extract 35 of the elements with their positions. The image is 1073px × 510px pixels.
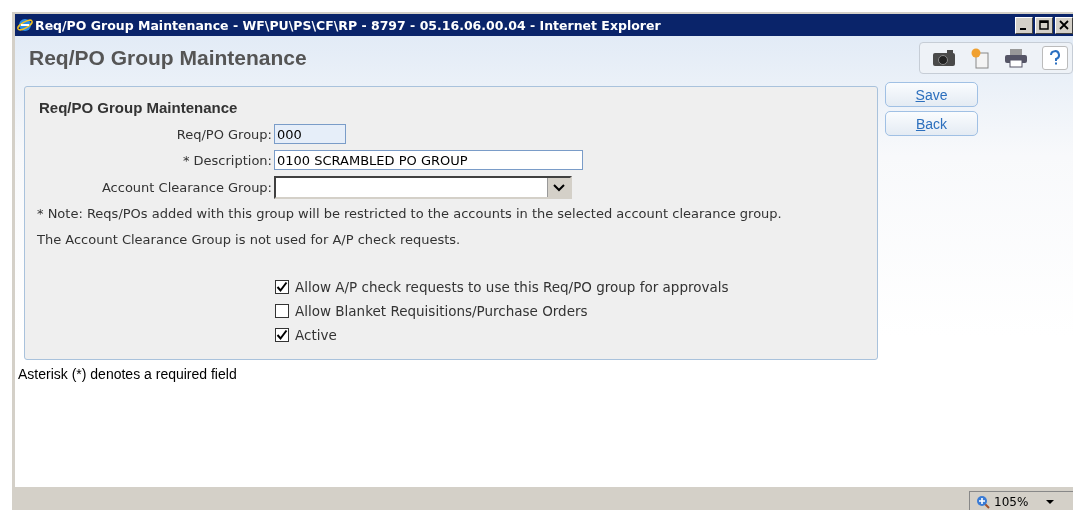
field-label: * Description: bbox=[181, 152, 273, 168]
window-title: Req/PO Group Maintenance - WF\PU\PS\CF\RP - 8797 - 05.16.06.00.04 - Internet Explorer bbox=[35, 17, 662, 33]
help-icon bbox=[1049, 50, 1061, 66]
field-label: Account Clearance Group: bbox=[100, 180, 273, 195]
form-heading: Req/PO Group Maintenance bbox=[39, 99, 239, 116]
page-title: Req/PO Group Maintenance bbox=[29, 46, 307, 70]
required-field-note: Asterisk (*) denotes a required field bbox=[17, 365, 238, 382]
close-button[interactable] bbox=[1055, 16, 1073, 34]
note-text: * Note: Reqs/POs added with this group will be restricted to the accounts in the selected account clearance group. bbox=[37, 205, 783, 223]
checkbox-label: Allow Blanket Requisitions/Purchase Orders bbox=[295, 303, 588, 319]
checkbox-label: Allow A/P check requests to use this Req/PO group for approvals bbox=[295, 279, 729, 295]
maximize-icon bbox=[1039, 20, 1049, 30]
group-field[interactable]: 000 bbox=[274, 124, 346, 144]
close-icon bbox=[1059, 20, 1069, 30]
minimize-button[interactable] bbox=[1015, 16, 1033, 34]
description-field[interactable]: 0100 SCRAMBLED PO GROUP bbox=[274, 150, 583, 170]
chevron-down-icon bbox=[553, 183, 565, 192]
save-button[interactable]: Save bbox=[885, 82, 978, 107]
checkbox[interactable] bbox=[275, 280, 289, 294]
checkbox[interactable] bbox=[275, 304, 289, 318]
zoom-in-icon bbox=[976, 495, 990, 509]
maximize-button[interactable] bbox=[1035, 16, 1053, 34]
back-button[interactable]: Back bbox=[885, 111, 978, 136]
clearance-group-dropdown[interactable] bbox=[274, 176, 572, 199]
help-button[interactable] bbox=[1042, 46, 1068, 70]
printer-icon[interactable] bbox=[1004, 48, 1028, 68]
caret-icon bbox=[1046, 500, 1055, 504]
checkbox-label: Active bbox=[295, 327, 337, 343]
browser-logo-icon bbox=[17, 17, 33, 33]
zoom-control[interactable]: 105% bbox=[969, 491, 1073, 510]
checkbox[interactable] bbox=[275, 328, 289, 342]
camera-icon[interactable] bbox=[932, 49, 956, 67]
note-text: The Account Clearance Group is not used for A/P check requests. bbox=[37, 231, 462, 249]
minimize-icon bbox=[1020, 27, 1026, 30]
field-label: Req/PO Group: bbox=[175, 126, 273, 142]
